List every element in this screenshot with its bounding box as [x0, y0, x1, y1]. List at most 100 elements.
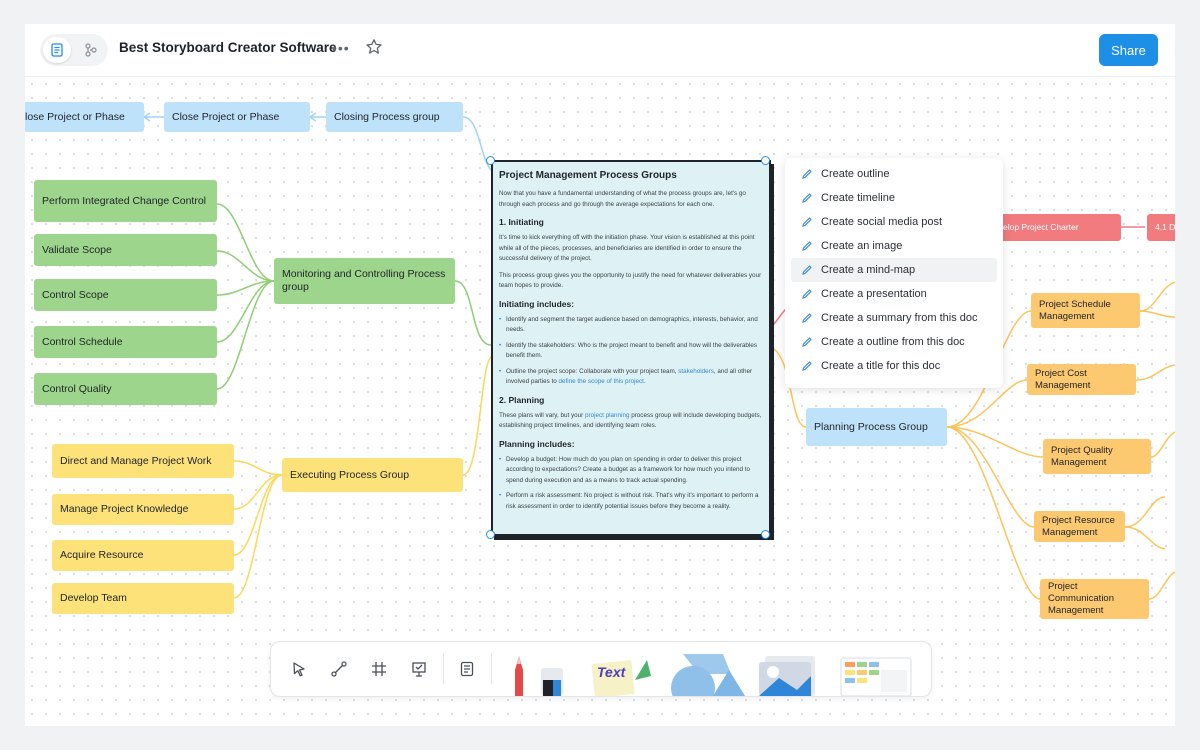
- toolbar-divider: [491, 654, 492, 684]
- mindmap-icon: [85, 43, 97, 57]
- document-icon: [51, 43, 63, 57]
- toolbar-divider: [443, 654, 444, 684]
- shapes-tool[interactable]: [669, 648, 745, 696]
- mindmap-node-executing-item[interactable]: Direct and Manage Project Work: [52, 444, 234, 478]
- select-tool-icon[interactable]: [288, 658, 310, 680]
- text-sticker-tool[interactable]: Text: [589, 650, 653, 696]
- mindmap-node-develop-charter[interactable]: elop Project Charter: [985, 214, 1121, 241]
- mindmap-node-planning-item[interactable]: Project Schedule Management: [1031, 293, 1140, 328]
- mindmap-node-planning-item[interactable]: Project Quality Management: [1043, 439, 1151, 474]
- pencil-icon: [802, 313, 812, 323]
- mindmap-node-monitoring-item[interactable]: Control Schedule: [34, 326, 217, 358]
- image-tool[interactable]: [757, 654, 823, 696]
- presentation-tool-icon[interactable]: [408, 658, 430, 680]
- top-bar: Best Storyboard Creator Software ••• Sha…: [25, 24, 1175, 77]
- menu-item-label: Create a title for this doc: [821, 360, 941, 372]
- menu-item-create-summary[interactable]: Create a summary from this doc: [791, 306, 997, 330]
- share-button[interactable]: Share: [1099, 34, 1158, 66]
- menu-item-create-timeline[interactable]: Create timeline: [791, 186, 997, 210]
- pencil-icon: [802, 289, 812, 299]
- pencil-icon: [802, 217, 812, 227]
- pencil-icon: [802, 361, 812, 371]
- bullet-item: Outline the project scope: Collaborate w…: [499, 367, 763, 388]
- mindmap-node-monitoring-item[interactable]: Control Scope: [34, 279, 217, 311]
- mindmap-node-close-project-1[interactable]: Close Project or Phase: [164, 102, 310, 132]
- template-icon: [840, 657, 912, 696]
- menu-item-create-image[interactable]: Create an image: [791, 234, 997, 258]
- mindmap-node-monitoring-item[interactable]: Perform Integrated Change Control: [34, 180, 217, 222]
- paragraph: This process group gives you the opportu…: [499, 271, 762, 290]
- resize-handle-top-right[interactable]: [761, 156, 770, 165]
- resize-handle-top-left[interactable]: [486, 156, 495, 165]
- section-heading: 1. Initiating: [499, 217, 544, 227]
- bullet-item: Develop a budget: How much do you plan o…: [499, 455, 763, 487]
- stakeholders-link[interactable]: stakeholders: [678, 368, 714, 375]
- bullet-item: Identify the stakeholders: Who is the pr…: [499, 341, 763, 362]
- resize-handle-bottom-right[interactable]: [761, 530, 770, 539]
- paragraph: It's time to kick everything off with th…: [499, 234, 755, 262]
- image-icon: [759, 656, 815, 696]
- menu-item-create-outline-from-doc[interactable]: Create a outline from this doc: [791, 330, 997, 354]
- ai-actions-menu: Create outline Create timeline Create so…: [785, 158, 1003, 388]
- mindmap-node-executing-item[interactable]: Manage Project Knowledge: [52, 494, 234, 525]
- subsection-heading: Planning includes:: [499, 438, 575, 449]
- document-view-button[interactable]: [43, 37, 71, 63]
- menu-item-label: Create an image: [821, 240, 903, 252]
- document-intro: Now that you have a fundamental understa…: [499, 190, 746, 208]
- menu-item-create-title[interactable]: Create a title for this doc: [791, 354, 997, 378]
- canvas-view-button[interactable]: [77, 37, 105, 63]
- menu-item-label: Create timeline: [821, 192, 895, 204]
- document-title[interactable]: Best Storyboard Creator Software: [119, 40, 337, 55]
- resize-handle-bottom-left[interactable]: [486, 530, 495, 539]
- define-scope-link[interactable]: define the scope of this project: [559, 378, 644, 385]
- pencil-icon: [802, 337, 812, 347]
- menu-item-create-presentation[interactable]: Create a presentation: [791, 282, 997, 306]
- mindmap-node-close-project-2[interactable]: lose Project or Phase: [25, 102, 144, 132]
- document-tool-icon[interactable]: [456, 658, 478, 680]
- mindmap-node-closing-group[interactable]: Closing Process group: [326, 102, 463, 132]
- pencil-icon: [802, 193, 812, 203]
- document-card[interactable]: Project Management Process Groups Now th…: [491, 160, 771, 536]
- mindmap-canvas[interactable]: lose Project or Phase Close Project or P…: [25, 77, 1175, 726]
- mindmap-node-initiating-next[interactable]: 4.1 D: [1147, 214, 1175, 241]
- subsection-heading: Initiating includes:: [499, 298, 575, 309]
- bottom-toolbar: Text: [270, 641, 932, 697]
- bullet-text: .: [643, 378, 646, 385]
- mindmap-node-planning-group[interactable]: Planning Process Group: [806, 408, 947, 446]
- mindmap-node-executing-item[interactable]: Acquire Resource: [52, 540, 234, 571]
- bullet-text: Outline the project scope: Collaborate w…: [506, 367, 679, 375]
- mindmap-node-planning-item[interactable]: Project Resource Management: [1034, 511, 1125, 542]
- menu-item-create-outline[interactable]: Create outline: [791, 162, 997, 186]
- pencil-icon: [802, 169, 812, 179]
- pencil-icon: [802, 241, 812, 251]
- pen-marker-icon: [515, 656, 563, 696]
- document-card-title: Project Management Process Groups: [499, 170, 677, 181]
- connector-tool-icon[interactable]: [328, 658, 350, 680]
- menu-item-label: Create a mind-map: [821, 264, 916, 276]
- mindmap-node-monitoring-item[interactable]: Control Quality: [34, 373, 217, 405]
- menu-item-label: Create a summary from this doc: [821, 312, 978, 324]
- mindmap-node-monitoring-group[interactable]: Monitoring and Controlling Process group: [274, 258, 455, 304]
- menu-item-create-mind-map[interactable]: Create a mind-map: [791, 258, 997, 282]
- paragraph: These plans will vary, but your project …: [499, 411, 763, 432]
- menu-item-create-social-post[interactable]: Create social media post: [791, 210, 997, 234]
- mindmap-node-planning-item[interactable]: Project Communication Management: [1040, 579, 1149, 619]
- project-planning-link[interactable]: project planning: [585, 412, 629, 419]
- more-options-icon[interactable]: •••: [332, 40, 350, 56]
- view-mode-toggle[interactable]: [40, 34, 108, 66]
- star-icon[interactable]: [365, 38, 383, 61]
- paragraph-text: These plans will vary, but your: [499, 411, 585, 419]
- bullet-item: Perform a risk assessment: No project is…: [499, 491, 763, 512]
- section-heading: 2. Planning: [499, 394, 545, 405]
- frame-tool-icon[interactable]: [368, 658, 390, 680]
- mindmap-node-executing-group[interactable]: Executing Process Group: [282, 458, 463, 492]
- mindmap-node-planning-item[interactable]: Project Cost Management: [1027, 364, 1136, 395]
- menu-item-label: Create outline: [821, 168, 890, 180]
- bullet-list: Identify and segment the target audience…: [499, 315, 763, 388]
- menu-item-label: Create a outline from this doc: [821, 336, 965, 348]
- template-tool[interactable]: [837, 652, 927, 696]
- mindmap-node-executing-item[interactable]: Develop Team: [52, 583, 234, 614]
- mindmap-node-monitoring-item[interactable]: Validate Scope: [34, 234, 217, 266]
- app-window: Best Storyboard Creator Software ••• Sha…: [25, 24, 1175, 726]
- pen-marker-tool[interactable]: [503, 650, 563, 696]
